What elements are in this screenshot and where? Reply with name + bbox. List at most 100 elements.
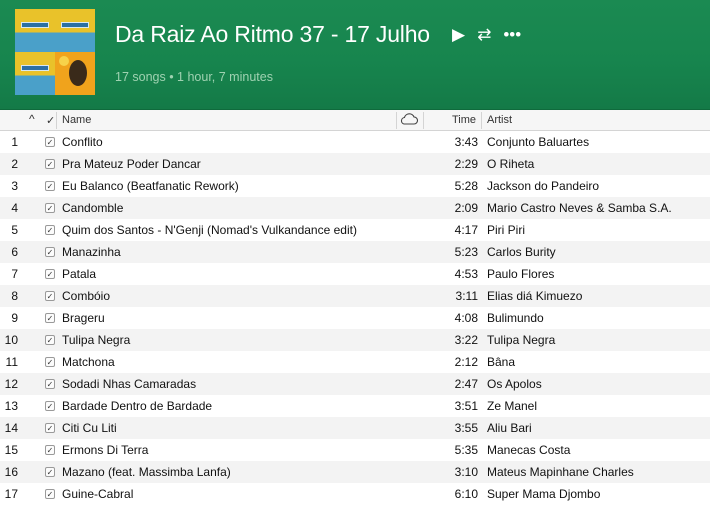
track-time: 4:08 (454, 311, 478, 325)
track-checkbox[interactable]: ✓ (45, 379, 55, 389)
track-number: 2 (11, 157, 18, 171)
cloud-icon[interactable] (399, 112, 419, 129)
track-row[interactable]: 10 ✓ Tulipa Negra 3:22 Tulipa Negra (0, 329, 710, 351)
track-artist: Paulo Flores (487, 267, 555, 281)
track-name: Conflito (62, 135, 103, 149)
track-row[interactable]: 13 ✓ Bardade Dentro de Bardade 3:51 Ze Manel (0, 395, 710, 417)
check-column-icon[interactable]: ✓ (46, 114, 55, 127)
playlist-artwork[interactable] (15, 9, 95, 95)
track-number: 7 (11, 267, 18, 281)
track-checkbox[interactable]: ✓ (45, 445, 55, 455)
track-name: Tulipa Negra (62, 333, 131, 347)
playlist-summary: 17 songs • 1 hour, 7 minutes (115, 70, 273, 84)
track-row[interactable]: 5 ✓ Quim dos Santos - N'Genji (Nomad's Vul… (0, 219, 710, 241)
track-time: 5:35 (454, 443, 478, 457)
track-name: Bardade Dentro de Bardade (62, 399, 213, 413)
track-row[interactable]: 4 ✓ Candomble 2:09 Mario Castro Neves & Samb… (0, 197, 710, 219)
track-row[interactable]: 2 ✓ Pra Mateuz Poder Dancar 2:29 O Riheta (0, 153, 710, 175)
track-checkbox[interactable]: ✓ (45, 137, 55, 147)
track-row[interactable]: 3 ✓ Eu Balanco (Beatfanatic Rework) 5:28 Jac… (0, 175, 710, 197)
track-name: Candomble (62, 201, 124, 215)
track-checkbox[interactable]: ✓ (45, 181, 55, 191)
track-checkbox[interactable]: ✓ (45, 467, 55, 477)
track-artist: Bâna (487, 355, 516, 369)
track-row[interactable]: 16 ✓ Mazano (feat. Massimba Lanfa) 3:10 Mate… (0, 461, 710, 483)
playlist-controls: ▶ ⇄ ••• (452, 23, 533, 47)
track-artist: Carlos Burity (487, 245, 556, 259)
track-artist: Mario Castro Neves & Samba S.A. (487, 201, 672, 215)
track-number: 12 (4, 377, 18, 391)
track-number: 3 (11, 179, 18, 193)
track-artist: Ze Manel (487, 399, 538, 413)
track-number: 1 (11, 135, 18, 149)
track-time: 5:28 (454, 179, 478, 193)
track-number: 11 (5, 355, 18, 369)
track-time: 3:10 (454, 465, 478, 479)
track-row[interactable]: 7 ✓ Patala 4:53 Paulo Flores (0, 263, 710, 285)
track-number: 8 (11, 289, 18, 303)
track-checkbox[interactable]: ✓ (45, 401, 55, 411)
track-number: 14 (4, 421, 18, 435)
track-number: 16 (4, 465, 18, 479)
track-number: 17 (4, 487, 18, 501)
album-cover (15, 9, 55, 52)
album-cover (15, 52, 55, 95)
track-artist: Jackson do Pandeiro (487, 179, 600, 193)
track-row[interactable]: 6 ✓ Manazinha 5:23 Carlos Burity (0, 241, 710, 263)
track-name: Patala (62, 267, 97, 281)
track-time: 5:23 (454, 245, 478, 259)
track-checkbox[interactable]: ✓ (45, 203, 55, 213)
track-name: Mazano (feat. Massimba Lanfa) (62, 465, 231, 479)
track-checkbox[interactable]: ✓ (45, 159, 55, 169)
track-time: 3:11 (455, 289, 478, 303)
track-row[interactable]: 1 ✓ Conflito 3:43 Conjunto Baluartes (0, 131, 710, 153)
track-name: Guine-Cabral (62, 487, 134, 501)
track-checkbox[interactable]: ✓ (45, 247, 55, 257)
column-artist[interactable]: Artist (487, 114, 512, 126)
track-number: 9 (11, 311, 18, 325)
column-name[interactable]: Name (62, 114, 91, 126)
track-checkbox[interactable]: ✓ (45, 291, 55, 301)
track-artist: Bulimundo (487, 311, 544, 325)
track-row[interactable]: 12 ✓ Sodadi Nhas Camaradas 2:47 Os Apolos (0, 373, 710, 395)
album-cover (55, 9, 95, 52)
shuffle-icon[interactable]: ⇄ (477, 23, 491, 47)
track-time: 2:29 (454, 157, 478, 171)
track-name: Quim dos Santos - N'Genji (Nomad's Vulka… (62, 223, 357, 237)
track-checkbox[interactable]: ✓ (45, 225, 55, 235)
track-artist: Manecas Costa (487, 443, 571, 457)
track-time: 4:53 (454, 267, 478, 281)
track-artist: O Riheta (487, 157, 535, 171)
play-icon[interactable]: ▶ (452, 23, 465, 47)
sort-up-icon[interactable]: ^ (29, 112, 35, 126)
track-row[interactable]: 15 ✓ Ermons Di Terra 5:35 Manecas Costa (0, 439, 710, 461)
track-name: Ermons Di Terra (62, 443, 149, 457)
track-artist: Conjunto Baluartes (487, 135, 590, 149)
track-artist: Mateus Mapinhane Charles (487, 465, 634, 479)
track-artist: Elias diá Kimuezo (487, 289, 583, 303)
playlist-title: Da Raiz Ao Ritmo 37 - 17 Julho (115, 21, 430, 47)
playlist-header: Da Raiz Ao Ritmo 37 - 17 Julho ▶ ⇄ ••• 1… (0, 0, 710, 110)
track-checkbox[interactable]: ✓ (45, 423, 55, 433)
track-row[interactable]: 11 ✓ Matchona 2:12 Bâna (0, 351, 710, 373)
column-time[interactable]: Time (452, 114, 476, 126)
track-checkbox[interactable]: ✓ (45, 335, 55, 345)
track-time: 4:17 (454, 223, 478, 237)
track-name: Combóio (62, 289, 111, 303)
track-row[interactable]: 14 ✓ Citi Cu Liti 3:55 Aliu Bari (0, 417, 710, 439)
track-row[interactable]: 17 ✓ Guine-Cabral 6:10 Super Mama Djombo (0, 483, 710, 505)
track-time: 3:43 (454, 135, 478, 149)
track-time: 3:22 (454, 333, 478, 347)
more-icon[interactable]: ••• (503, 23, 521, 47)
track-name: Citi Cu Liti (62, 421, 117, 435)
track-time: 3:55 (454, 421, 478, 435)
track-checkbox[interactable]: ✓ (45, 269, 55, 279)
track-checkbox[interactable]: ✓ (45, 313, 55, 323)
track-row[interactable]: 8 ✓ Combóio 3:11 Elias diá Kimuezo (0, 285, 710, 307)
track-name: Matchona (62, 355, 115, 369)
track-checkbox[interactable]: ✓ (45, 489, 55, 499)
track-row[interactable]: 9 ✓ Brageru 4:08 Bulimundo (0, 307, 710, 329)
track-number: 15 (4, 443, 18, 457)
track-checkbox[interactable]: ✓ (45, 357, 55, 367)
track-time: 2:12 (454, 355, 478, 369)
